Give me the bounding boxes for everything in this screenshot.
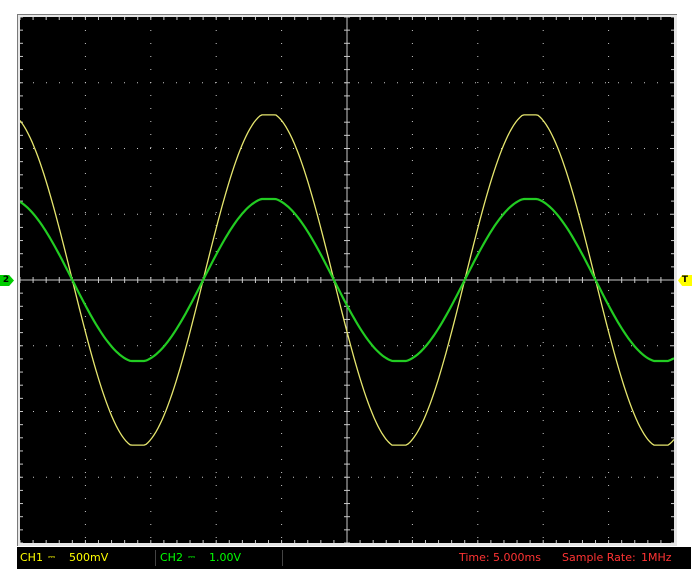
timebase-label: Time: [459,551,490,564]
trigger-level-marker[interactable]: T [678,275,692,286]
ch1-scale: 500mV [69,551,109,564]
sample-rate-value: 1MHz [641,551,672,564]
waveform-display [20,17,674,543]
status-bar: CH1 ⎓ 500mV CH2 ⎓ 1.00V Time: 5.000ms Sa… [17,547,691,569]
timebase-value: 5.000ms [493,551,541,564]
ch2-level-marker[interactable]: 2 [0,275,14,286]
ch1-coupling-icon: ⎓ [48,553,56,563]
status-separator [282,550,283,566]
scope-screen [20,17,674,543]
status-separator [155,550,156,566]
sample-rate-label: Sample Rate: [562,551,636,564]
ch2-coupling-icon: ⎓ [188,553,196,563]
ch2-label: CH2 [160,551,183,564]
ch1-label: CH1 [20,551,43,564]
ch2-scale: 1.00V [209,551,242,564]
